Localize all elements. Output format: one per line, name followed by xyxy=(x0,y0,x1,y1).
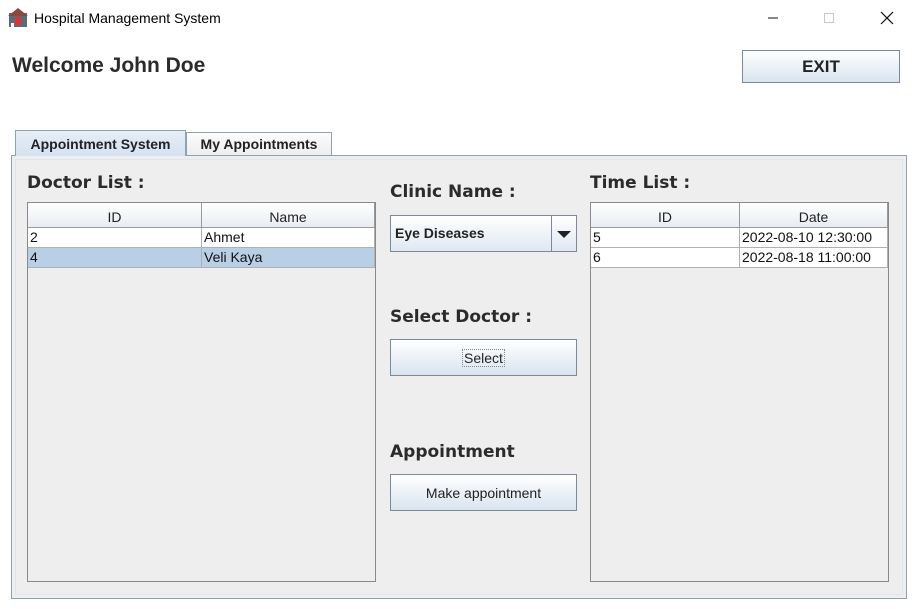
exit-button[interactable]: EXIT xyxy=(742,50,900,83)
chevron-down-icon xyxy=(557,230,571,238)
time-list-label: Time List : xyxy=(590,173,691,193)
clinic-name-label: Clinic Name : xyxy=(390,182,516,202)
maximize-button[interactable] xyxy=(806,0,852,36)
table-row[interactable]: 4 Veli Kaya xyxy=(28,248,375,268)
dropdown-arrow[interactable] xyxy=(551,216,576,251)
tab-appointment-system[interactable]: Appointment System xyxy=(15,130,186,156)
doctor-table[interactable]: ID Name 2 Ahmet 4 Veli Kaya xyxy=(27,202,376,582)
doctor-id-cell: 2 xyxy=(28,228,202,248)
doctor-id-cell: 4 xyxy=(28,248,202,268)
time-table[interactable]: ID Date 5 2022-08-10 12:30:00 6 2022-08-… xyxy=(590,202,889,582)
clinic-selected-value: Eye Diseases xyxy=(395,225,485,241)
select-button-label: Select xyxy=(462,348,505,367)
window-titlebar: Hospital Management System xyxy=(0,0,919,36)
select-doctor-label: Select Doctor : xyxy=(390,307,533,327)
table-row[interactable]: 2 Ahmet xyxy=(28,228,375,248)
table-row[interactable]: 5 2022-08-10 12:30:00 xyxy=(591,228,888,248)
time-table-body: 5 2022-08-10 12:30:00 6 2022-08-18 11:00… xyxy=(591,228,888,268)
time-date-cell: 2022-08-10 12:30:00 xyxy=(740,228,888,248)
make-appointment-button[interactable]: Make appointment xyxy=(390,474,577,511)
doctor-name-cell: Ahmet xyxy=(202,228,375,248)
time-id-cell: 6 xyxy=(591,248,740,268)
appointment-label: Appointment xyxy=(390,442,515,462)
select-doctor-button[interactable]: Select xyxy=(390,339,577,376)
close-icon xyxy=(880,11,894,25)
doctor-name-cell: Veli Kaya xyxy=(202,248,375,268)
welcome-heading: Welcome John Doe xyxy=(12,54,206,77)
time-col-date[interactable]: Date xyxy=(740,203,888,228)
doctor-col-id[interactable]: ID xyxy=(28,203,202,228)
time-date-cell: 2022-08-18 11:00:00 xyxy=(740,248,888,268)
time-table-header: ID Date xyxy=(591,203,888,228)
minimize-icon xyxy=(768,17,778,19)
tab-my-appointments[interactable]: My Appointments xyxy=(186,132,332,155)
doctor-table-header: ID Name xyxy=(28,203,375,228)
doctor-list-label: Doctor List : xyxy=(27,173,145,193)
maximize-icon xyxy=(824,13,834,23)
hospital-app-icon xyxy=(8,8,28,28)
window-title: Hospital Management System xyxy=(34,10,221,26)
doctor-col-name[interactable]: Name xyxy=(202,203,375,228)
time-id-cell: 5 xyxy=(591,228,740,248)
minimize-button[interactable] xyxy=(750,0,796,36)
doctor-table-body: 2 Ahmet 4 Veli Kaya xyxy=(28,228,375,268)
close-button[interactable] xyxy=(864,0,910,36)
table-row[interactable]: 6 2022-08-18 11:00:00 xyxy=(591,248,888,268)
time-col-id[interactable]: ID xyxy=(591,203,740,228)
clinic-dropdown[interactable]: Eye Diseases xyxy=(390,215,577,252)
